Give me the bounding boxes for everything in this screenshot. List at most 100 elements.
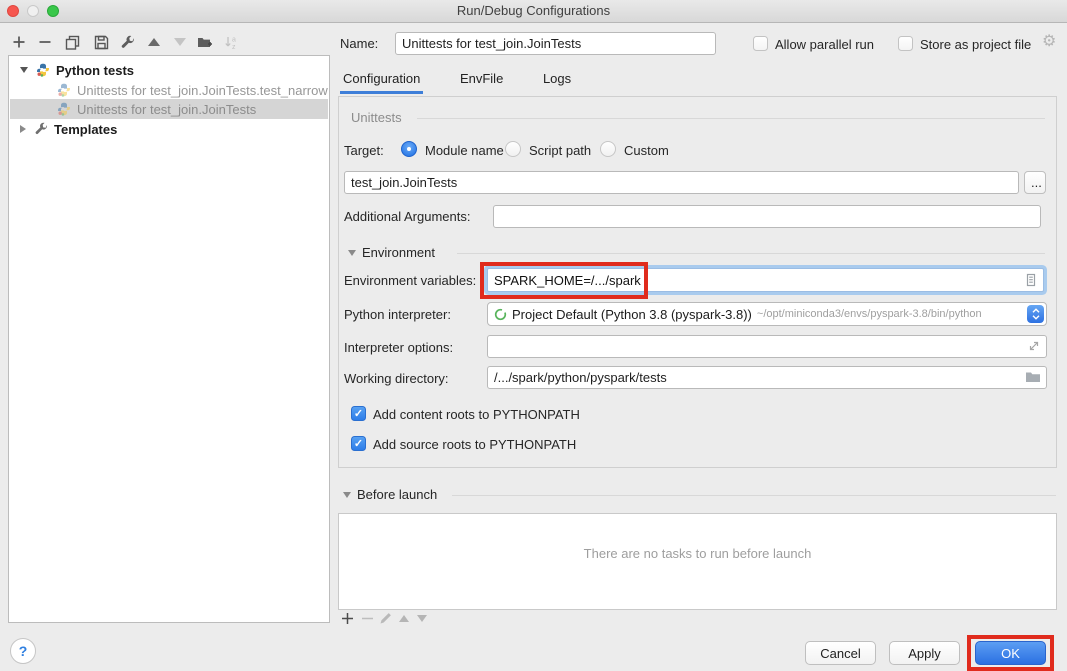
interpreter-options-label: Interpreter options: [344, 340, 453, 355]
conda-env-icon [494, 308, 507, 321]
add-source-roots-checkbox[interactable]: ✓ [351, 436, 366, 451]
radio-script-path-label: Script path [529, 143, 591, 158]
apply-button[interactable]: Apply [889, 641, 960, 665]
up-down-chevrons-icon [1031, 307, 1041, 321]
interpreter-name: Project Default (Python 3.8 (pyspark-3.8… [512, 307, 752, 322]
new-folder-button[interactable] [194, 31, 216, 53]
additional-arguments-label: Additional Arguments: [344, 209, 470, 224]
add-source-roots-label: Add source roots to PYTHONPATH [373, 437, 576, 452]
tab-envfile[interactable]: EnvFile [457, 64, 506, 94]
store-as-project-file-label: Store as project file [920, 37, 1031, 52]
target-label: Target: [344, 143, 384, 158]
environment-section-header[interactable]: Environment [362, 245, 435, 260]
wrench-icon [120, 35, 135, 50]
triangle-down-icon [174, 38, 186, 46]
group-divider [417, 118, 1045, 119]
interpreter-path: ~/opt/miniconda3/envs/pyspark-3.8/bin/py… [757, 308, 982, 320]
working-directory-input[interactable] [487, 366, 1047, 389]
working-directory-label: Working directory: [344, 371, 449, 386]
help-button[interactable]: ? [10, 638, 36, 664]
radio-module-name[interactable] [401, 141, 417, 157]
plus-icon [12, 35, 26, 49]
unittests-group-title: Unittests [351, 110, 402, 125]
radio-custom-label: Custom [624, 143, 669, 158]
edit-templates-button[interactable] [116, 31, 138, 53]
radio-script-path[interactable] [505, 141, 521, 157]
configurations-tree: Python tests Unittests for test_join.Joi… [8, 55, 330, 623]
before-launch-task-list[interactable]: There are no tasks to run before launch [338, 513, 1057, 610]
tree-item-label: Python tests [56, 63, 134, 78]
svg-text:a: a [232, 36, 236, 43]
interpreter-options-input[interactable] [487, 335, 1047, 358]
title-bar: Run/Debug Configurations [0, 0, 1067, 23]
radio-module-name-label: Module name [425, 143, 504, 158]
before-launch-collapse-icon[interactable] [343, 492, 351, 498]
copy-icon [65, 35, 80, 50]
tree-item-python-tests[interactable]: Python tests [10, 60, 328, 80]
browse-env-vars-icon[interactable] [1024, 273, 1038, 287]
environment-variables-field [487, 268, 1044, 292]
allow-parallel-run-label: Allow parallel run [775, 37, 874, 52]
environment-variables-input[interactable] [488, 273, 1024, 288]
move-task-down-button[interactable] [411, 607, 433, 629]
pencil-icon [379, 611, 393, 625]
dropdown-spinner-icon[interactable] [1027, 305, 1044, 323]
triangle-up-icon [148, 38, 160, 46]
environment-variables-label: Environment variables: [344, 273, 476, 288]
tab-configuration[interactable]: Configuration [340, 64, 423, 94]
additional-arguments-input[interactable] [493, 205, 1041, 228]
gear-icon[interactable]: ⚙ [1042, 31, 1056, 51]
allow-parallel-run-checkbox[interactable] [753, 36, 768, 51]
tree-item-unittests-jointests-selected[interactable]: Unittests for test_join.JoinTests [10, 99, 328, 119]
add-task-button[interactable] [336, 607, 358, 629]
python-interpreter-label: Python interpreter: [344, 307, 451, 322]
window-title: Run/Debug Configurations [0, 0, 1067, 22]
expand-field-icon[interactable] [1027, 339, 1041, 353]
move-up-button[interactable] [143, 31, 165, 53]
chevron-down-icon [20, 67, 28, 73]
tree-item-label: Templates [54, 122, 117, 137]
copy-configuration-button[interactable] [61, 31, 83, 53]
before-launch-empty-message: There are no tasks to run before launch [339, 514, 1056, 561]
chevron-right-icon [20, 125, 26, 133]
minus-icon [361, 612, 374, 625]
save-icon [94, 35, 109, 50]
name-label: Name: [340, 36, 378, 51]
triangle-down-icon [417, 615, 427, 622]
python-test-icon [57, 83, 71, 97]
tab-bar: Configuration EnvFile Logs [340, 64, 604, 95]
python-test-icon [57, 102, 71, 116]
triangle-up-icon [399, 615, 409, 622]
sort-configurations-button[interactable]: az [220, 31, 242, 53]
before-launch-header[interactable]: Before launch [357, 487, 437, 502]
add-configuration-button[interactable] [8, 31, 30, 53]
folder-icon[interactable] [1025, 370, 1041, 384]
name-input[interactable] [395, 32, 716, 55]
tab-logs[interactable]: Logs [540, 64, 574, 94]
tree-item-label: Unittests for test_join.JoinTests.test_n… [77, 83, 328, 98]
minus-icon [38, 35, 52, 49]
python-tests-icon [36, 63, 50, 77]
tree-item-unittests-test-narrow[interactable]: Unittests for test_join.JoinTests.test_n… [10, 80, 328, 100]
save-configuration-button[interactable] [90, 31, 112, 53]
add-content-roots-checkbox[interactable]: ✓ [351, 406, 366, 421]
wrench-icon [34, 122, 48, 136]
configuration-panel: Unittests Target: Module name Script pat… [338, 96, 1057, 468]
before-launch-divider [452, 495, 1056, 496]
add-content-roots-label: Add content roots to PYTHONPATH [373, 407, 580, 422]
plus-icon [341, 612, 354, 625]
remove-configuration-button[interactable] [34, 31, 56, 53]
svg-text:z: z [232, 44, 236, 50]
cancel-button[interactable]: Cancel [805, 641, 876, 665]
store-as-project-file-checkbox[interactable] [898, 36, 913, 51]
new-folder-icon [197, 35, 213, 50]
tree-item-templates[interactable]: Templates [10, 119, 328, 139]
move-down-button[interactable] [169, 31, 191, 53]
ok-button[interactable]: OK [975, 641, 1046, 665]
browse-target-button[interactable]: ... [1024, 171, 1046, 194]
environment-collapse-icon[interactable] [348, 250, 356, 256]
radio-custom[interactable] [600, 141, 616, 157]
target-module-input[interactable] [344, 171, 1019, 194]
interpreter-combobox[interactable]: Project Default (Python 3.8 (pyspark-3.8… [487, 302, 1047, 326]
environment-divider [457, 253, 1045, 254]
